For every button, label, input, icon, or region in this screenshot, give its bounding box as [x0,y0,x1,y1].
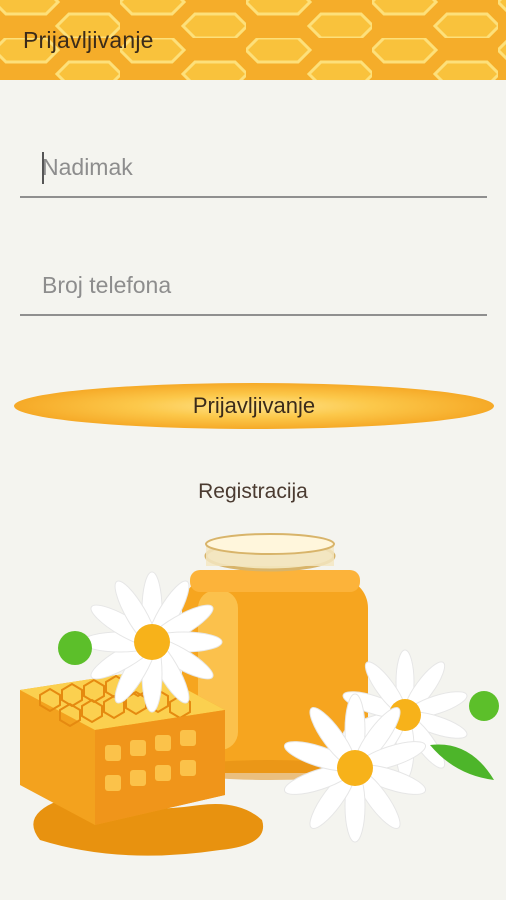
text-cursor [42,152,44,184]
bud-icon [469,691,499,721]
page-title: Prijavljivanje [23,27,154,53]
phone-field[interactable] [20,256,487,316]
honey-illustration [20,533,499,856]
phone-underline [20,314,487,316]
register-link[interactable]: Registracija [0,480,506,504]
nickname-input[interactable] [20,138,487,196]
nickname-field[interactable] [20,138,487,198]
bud-icon [58,631,92,665]
login-button[interactable]: Prijavljivanje [14,383,494,429]
nickname-underline [20,196,487,198]
phone-input[interactable] [20,256,487,314]
app-bar: Prijavljivanje [0,0,506,80]
